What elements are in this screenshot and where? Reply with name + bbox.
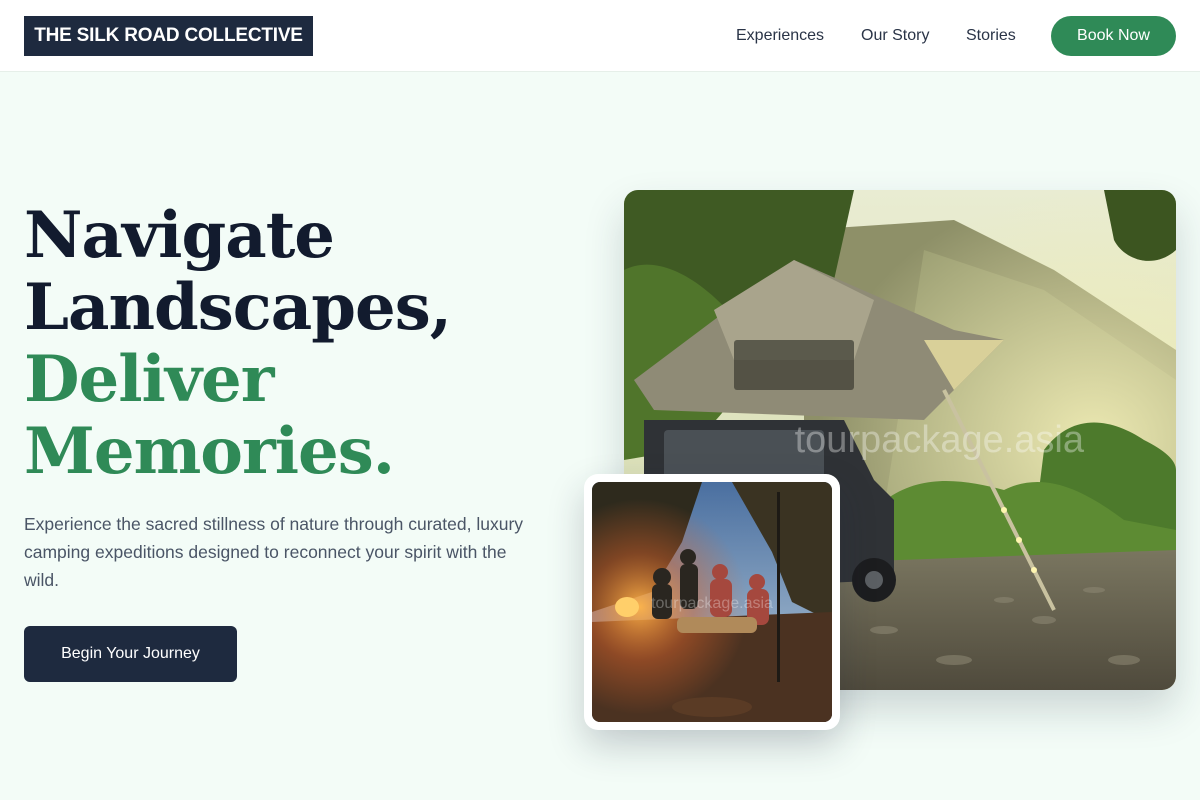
headline-line-deliver: Deliver — [24, 342, 274, 417]
site-header: THE SILK ROAD COLLECTIVE Experiences Our… — [0, 0, 1200, 72]
campfire-photo: tourpackage.asia — [592, 482, 832, 722]
headline-line-landscapes: Landscapes, — [24, 270, 452, 345]
campfire-photo-card: tourpackage.asia — [584, 474, 840, 730]
headline-line-navigate: Navigate — [24, 198, 335, 273]
campfire-photo-watermark: tourpackage.asia — [651, 595, 773, 612]
main-photo-watermark: tourpackage.asia — [795, 419, 1085, 461]
nav-link-stories[interactable]: Stories — [966, 26, 1016, 46]
site-logo[interactable]: THE SILK ROAD COLLECTIVE — [24, 16, 313, 56]
hero-headline: Navigate Landscapes, Deliver Memories. — [24, 200, 584, 488]
begin-journey-button[interactable]: Begin Your Journey — [24, 626, 237, 682]
book-now-button[interactable]: Book Now — [1051, 16, 1176, 56]
nav-link-our-story[interactable]: Our Story — [861, 26, 929, 46]
hero-subtitle: Experience the sacred stillness of natur… — [24, 514, 524, 590]
headline-line-memories: Memories. — [24, 414, 395, 489]
nav-link-experiences[interactable]: Experiences — [736, 26, 824, 46]
